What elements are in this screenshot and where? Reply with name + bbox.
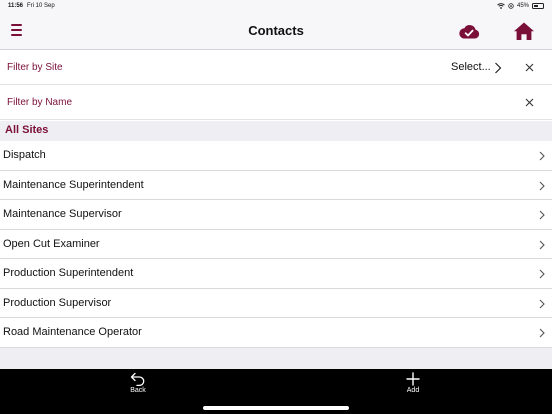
section-header: All Sites: [0, 121, 552, 141]
list-item[interactable]: Production Supervisor: [0, 288, 552, 318]
back-button[interactable]: Back: [108, 372, 168, 394]
list-item-label: Production Supervisor: [3, 296, 112, 309]
list-item[interactable]: Maintenance Supervisor: [0, 200, 552, 230]
cloud-check-icon[interactable]: [458, 23, 480, 40]
battery-level: [534, 5, 538, 7]
list-item[interactable]: Production Superintendent: [0, 259, 552, 289]
filter-site-row[interactable]: Filter by Site Select...: [0, 51, 552, 85]
status-indicators: 45%: [497, 3, 544, 9]
battery-percent: 45%: [516, 3, 529, 9]
filter-name-row[interactable]: Filter by Name: [0, 86, 552, 120]
chevron-right-icon: [539, 181, 545, 190]
chevron-right-icon[interactable]: [494, 62, 502, 74]
chevron-right-icon: [539, 299, 545, 308]
filter-site-label: Filter by Site: [7, 62, 63, 73]
home-indicator[interactable]: [203, 406, 349, 410]
chevron-right-icon: [539, 269, 545, 279]
list-item[interactable]: Road Maintenance Operator: [0, 318, 552, 348]
add-button-label: Add: [406, 387, 420, 394]
list-item[interactable]: Maintenance Superintendent: [0, 170, 552, 200]
filter-name-label: Filter by Name: [7, 97, 73, 108]
clear-site-filter-icon[interactable]: [524, 62, 535, 73]
back-button-label: Back: [130, 387, 146, 394]
home-icon[interactable]: [513, 21, 535, 41]
battery-icon: [532, 3, 544, 9]
list-item-label: Dispatch: [3, 149, 46, 161]
contacts-list: Dispatch Maintenance Superintendent Main…: [0, 141, 552, 348]
clear-name-filter-icon[interactable]: [524, 97, 535, 108]
status-date: Fri 10 Sep: [27, 3, 55, 9]
orientation-lock-icon: [508, 3, 514, 9]
plus-icon: [406, 372, 420, 386]
chevron-right-icon: [539, 240, 545, 249]
back-arrow-icon: [130, 372, 145, 386]
list-item[interactable]: Open Cut Examiner: [0, 229, 552, 259]
navigation-bar: Contacts: [0, 14, 552, 50]
site-select-value[interactable]: Select...: [451, 61, 491, 73]
list-background: [0, 348, 552, 369]
add-button[interactable]: Add: [383, 372, 443, 394]
chevron-right-icon: [539, 151, 545, 161]
chevron-right-icon: [539, 328, 545, 338]
section-title: All Sites: [5, 124, 49, 136]
list-item-label: Production Superintendent: [3, 267, 134, 279]
list-item-label: Open Cut Examiner: [3, 237, 100, 250]
list-item[interactable]: Dispatch: [0, 141, 552, 171]
chevron-right-icon: [539, 210, 545, 220]
status-bar: 11:56 Fri 10 Sep 45%: [0, 0, 552, 14]
list-item-label: Maintenance Superintendent: [3, 178, 144, 191]
list-item-label: Maintenance Supervisor: [3, 208, 122, 220]
wifi-icon: [497, 3, 505, 9]
list-item-label: Road Maintenance Operator: [3, 326, 142, 338]
status-time: 11:56: [8, 3, 24, 9]
